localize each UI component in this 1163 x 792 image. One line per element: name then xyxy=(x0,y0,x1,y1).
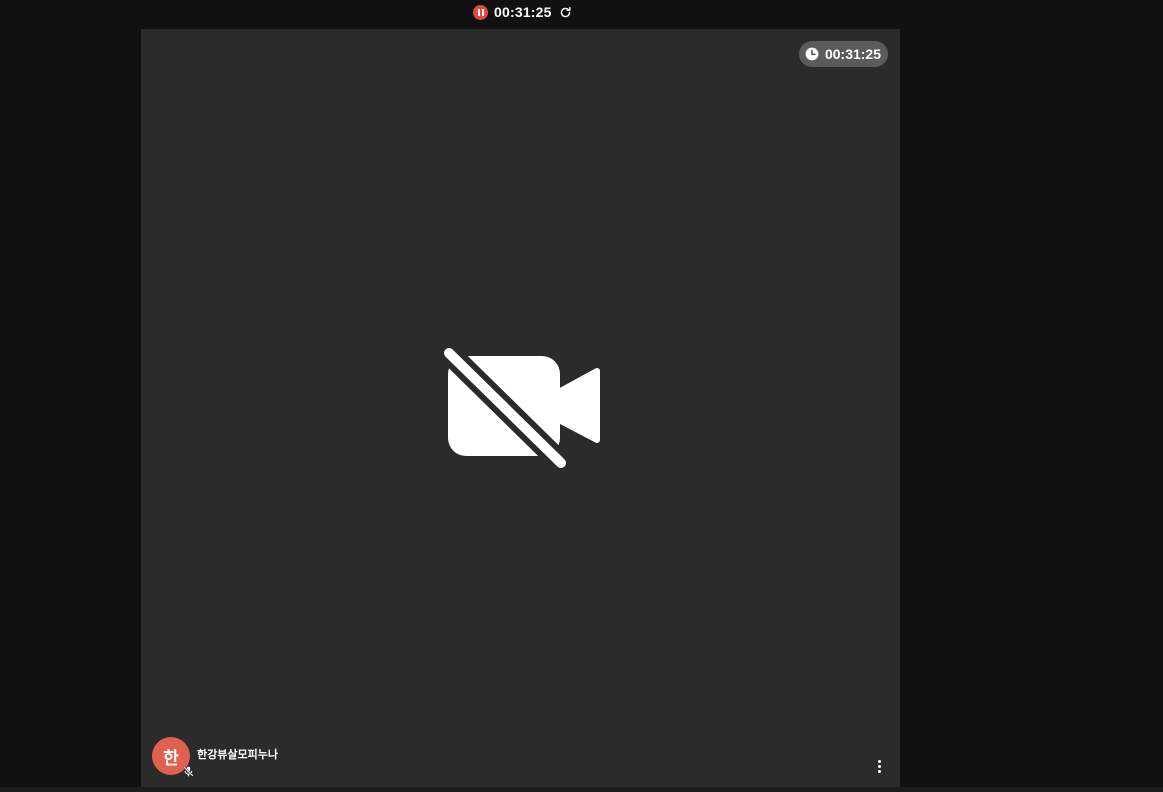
video-off-icon xyxy=(437,341,602,475)
avatar: 한 xyxy=(152,737,194,777)
video-tile: 00:31:25 한 한강뷰살모피누나 xyxy=(141,29,900,787)
refresh-icon[interactable] xyxy=(559,5,573,19)
recording-bar: 00:31:25 xyxy=(0,0,1163,28)
pause-icon[interactable] xyxy=(473,4,488,20)
recording-time: 00:31:25 xyxy=(494,4,552,20)
participant-name: 한강뷰살모피누나 xyxy=(197,748,278,761)
more-vertical-icon[interactable] xyxy=(872,757,886,775)
participant-label: 한 한강뷰살모피누나 xyxy=(152,737,278,777)
bottom-divider xyxy=(0,787,1163,792)
clock-icon xyxy=(805,47,819,61)
avatar-initial: 한 xyxy=(163,748,179,769)
mic-off-icon xyxy=(181,764,195,778)
call-timer: 00:31:25 xyxy=(824,46,881,62)
call-timer-badge: 00:31:25 xyxy=(798,41,888,67)
recording-indicator: 00:31:25 xyxy=(473,3,573,21)
